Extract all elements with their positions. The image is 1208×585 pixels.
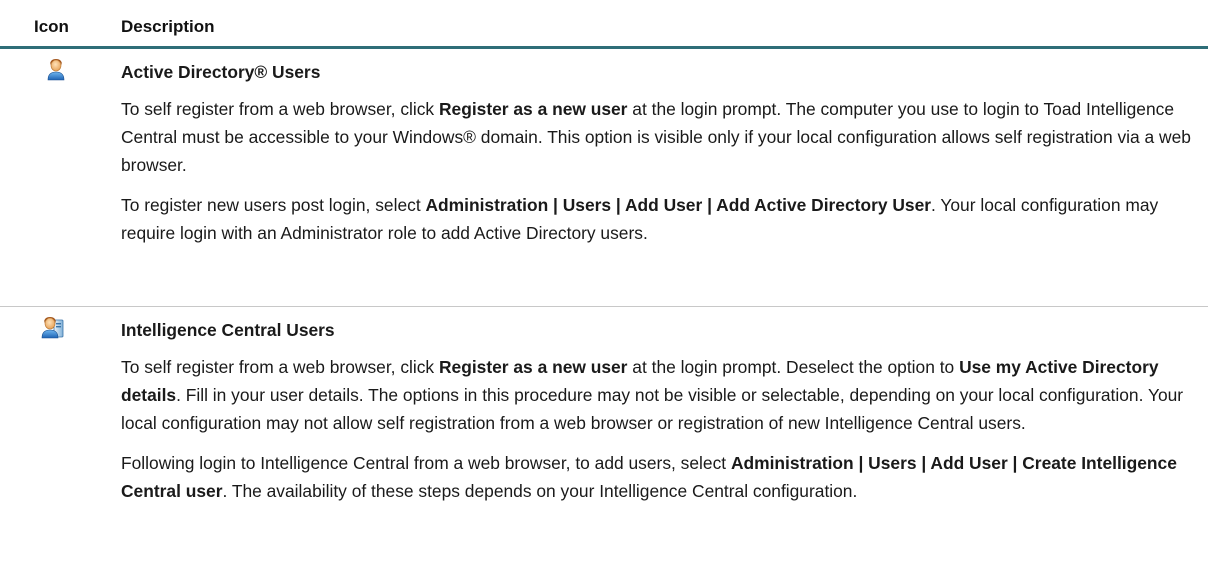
intelligence-central-user-icon (41, 315, 64, 339)
row-paragraph: To self register from a web browser, cli… (121, 95, 1200, 179)
text-run: . Fill in your user details. The options… (121, 385, 1184, 433)
row-title: Intelligence Central Users (121, 320, 335, 340)
bold-text: Administration | Users | Add User | Add … (425, 195, 932, 215)
text-run: . The availability of these steps depend… (222, 481, 858, 501)
row-description: Active Directory® Users To self register… (121, 61, 1200, 259)
text-run: To register new users post login, select (121, 195, 426, 215)
row-paragraph: Following login to Intelligence Central … (121, 449, 1200, 505)
column-header-description: Description (121, 17, 215, 36)
row-title: Active Directory® Users (121, 62, 321, 82)
row-paragraph: To register new users post login, select… (121, 191, 1200, 247)
row-paragraph: To self register from a web browser, cli… (121, 353, 1200, 437)
text-run: Following login to Intelligence Central … (121, 453, 731, 473)
text-run: To self register from a web browser, cli… (121, 357, 439, 377)
icon-description-table: Icon Description Active Directory® Users… (0, 0, 1208, 584)
column-header-icon: Icon (34, 17, 69, 36)
table-row: Active Directory® Users To self register… (0, 49, 1208, 307)
bold-text: Register as a new user (438, 99, 628, 119)
table-header-row: Icon Description (0, 0, 1208, 49)
row-description: Intelligence Central Users To self regis… (121, 319, 1200, 517)
text-run: To self register from a web browser, cli… (121, 99, 439, 119)
text-run: at the login prompt. Deselect the option… (627, 357, 960, 377)
bold-text: Register as a new user (438, 357, 628, 377)
table-row: Intelligence Central Users To self regis… (0, 307, 1208, 584)
active-directory-user-icon (45, 57, 67, 81)
